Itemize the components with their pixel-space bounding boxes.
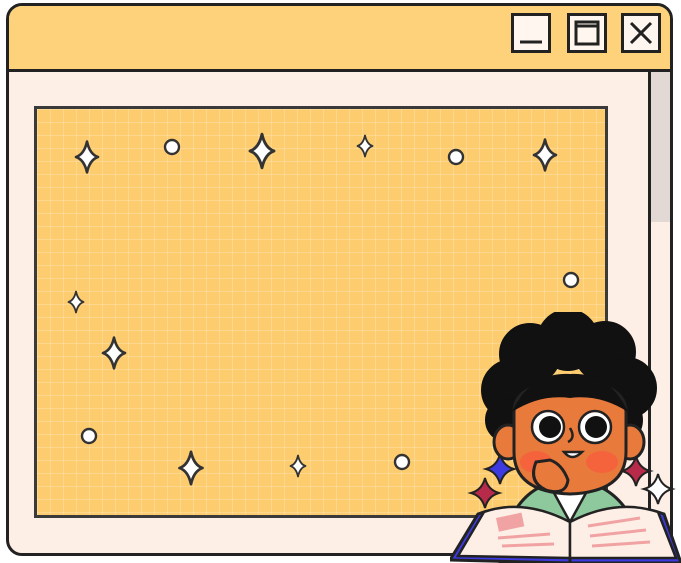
sparkle-icon [248, 132, 276, 170]
sparkle-icon [67, 290, 85, 314]
sparkle-icon [74, 140, 100, 174]
character-reading-book [450, 312, 681, 563]
sparkle-icon [101, 336, 127, 370]
sparkle-icon [640, 473, 676, 505]
circle-icon [447, 148, 465, 166]
sparkle-icon [356, 134, 374, 158]
circle-icon [562, 271, 580, 289]
circle-icon [80, 427, 98, 445]
sparkle-icon [467, 477, 503, 509]
circle-icon [163, 138, 181, 156]
sparkle-icon [532, 138, 558, 172]
sparkle-icon [178, 450, 204, 486]
circle-icon [393, 453, 411, 471]
sparkle-icon [289, 454, 307, 478]
